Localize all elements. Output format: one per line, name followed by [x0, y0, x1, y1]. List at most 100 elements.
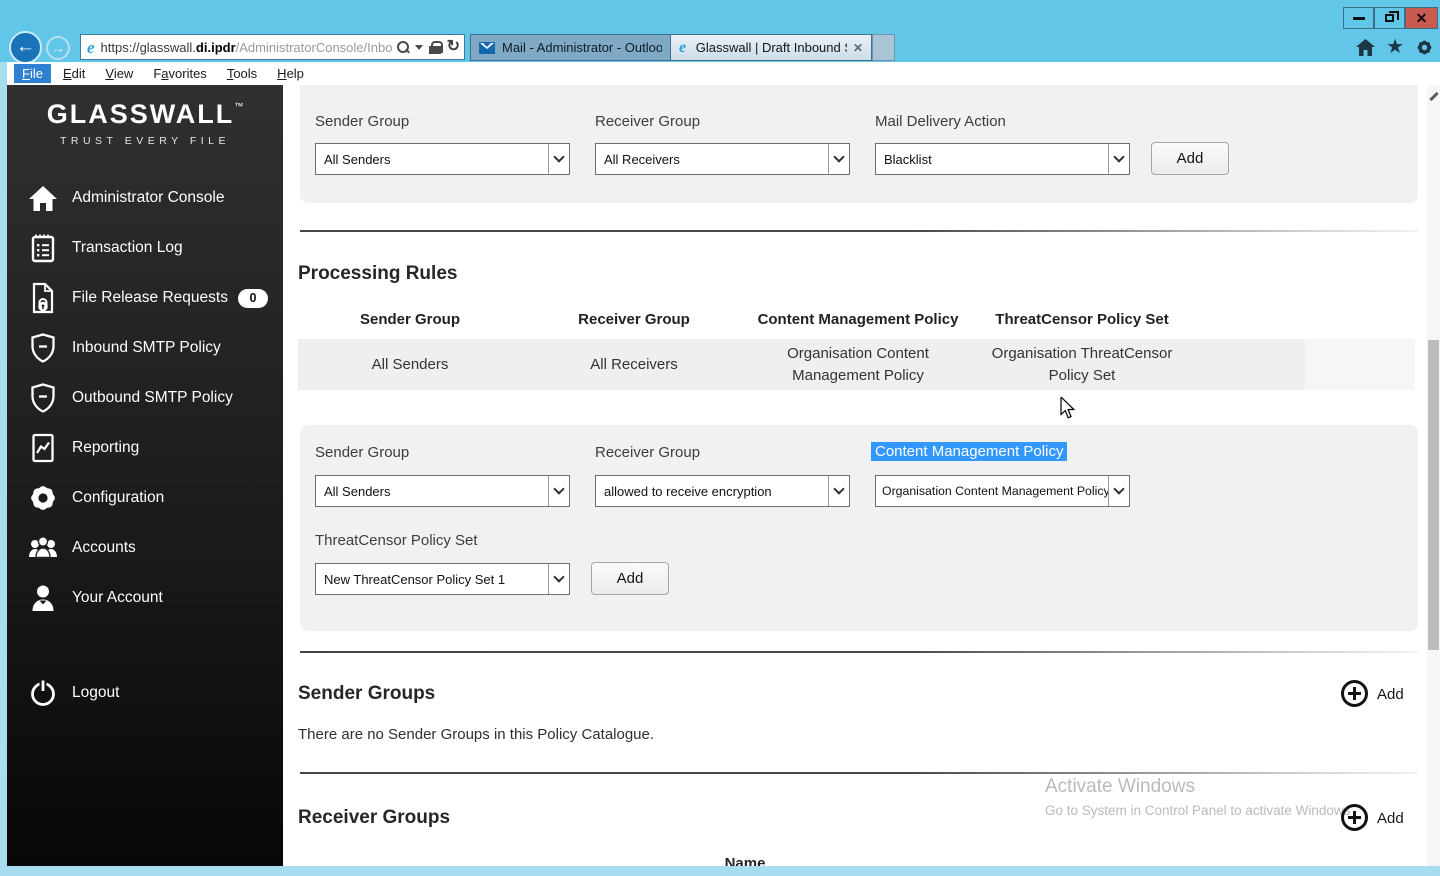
new-tab-button[interactable] [872, 34, 895, 61]
tab-outlook[interactable]: Mail - Administrator - Outlook [470, 34, 671, 61]
file-release-count-badge: 0 [237, 288, 268, 308]
rule-cell-threatcensor-policy-set: Organisation ThreatCensor Policy Set [991, 344, 1173, 384]
chevron-down-icon [1108, 476, 1129, 506]
back-arrow-icon: ← [16, 36, 35, 57]
rule-sender-group-select[interactable]: All Senders [315, 475, 570, 507]
threatcensor-policy-set-select[interactable]: New ThreatCensor Policy Set 1 [315, 563, 570, 595]
section-divider [300, 651, 1418, 653]
add-receiver-group-icon[interactable] [1341, 804, 1368, 831]
add-delivery-rule-button[interactable]: Add [1151, 142, 1229, 175]
forward-arrow-icon: → [51, 40, 65, 56]
add-rule-panel [300, 425, 1418, 631]
processing-rules-title: Processing Rules [298, 263, 458, 284]
sidebar-item-outbound-smtp-policy[interactable]: Outbound SMTP Policy [7, 373, 283, 423]
section-divider [300, 230, 1418, 232]
rule-cell-content-management-policy: Organisation Content Management Policy [787, 344, 929, 384]
settings-gear-icon[interactable] [1415, 38, 1434, 57]
rule-content-management-policy-select[interactable]: Organisation Content Management Policy [875, 475, 1130, 507]
power-icon [25, 676, 61, 710]
back-button[interactable]: ← [9, 31, 42, 64]
receiver-groups-name-column-header: Name [724, 855, 766, 866]
sidebar-item-accounts[interactable]: Accounts [7, 523, 283, 573]
lock-icon [428, 40, 443, 54]
sidebar-item-reporting[interactable]: Reporting [7, 423, 283, 473]
receiver-groups-title: Receiver Groups [298, 807, 451, 828]
row-actions-cell [1305, 339, 1415, 390]
column-header-receiver-group: Receiver Group [578, 311, 690, 328]
threatcensor-policy-set-label: ThreatCensor Policy Set [315, 532, 478, 549]
sidebar-item-your-account[interactable]: Your Account [7, 573, 283, 623]
mouse-cursor-icon [1060, 395, 1076, 426]
url-text: https://glasswall.di.ipdr/AdministratorC… [100, 39, 392, 55]
user-icon [25, 581, 61, 615]
minimize-button[interactable] [1343, 7, 1374, 29]
close-button[interactable]: ✕ [1405, 7, 1438, 29]
sender-group-label: Sender Group [315, 444, 410, 461]
menu-edit[interactable]: Edit [55, 64, 93, 83]
tab-close-icon[interactable]: ✕ [853, 41, 863, 55]
restore-button[interactable] [1374, 7, 1405, 29]
receiver-group-select[interactable]: All Receivers [595, 143, 850, 175]
add-sender-group-label[interactable]: Add [1377, 686, 1404, 703]
menu-favorites[interactable]: Favorites [145, 64, 214, 83]
column-header-content-management-policy: Content Management Policy [757, 311, 959, 328]
sender-group-select[interactable]: All Senders [315, 143, 570, 175]
window-left-border [0, 62, 7, 876]
sidebar-item-configuration[interactable]: Configuration [7, 473, 283, 523]
menu-file[interactable]: File [14, 64, 51, 83]
chevron-down-icon [828, 144, 849, 174]
shield-icon [25, 331, 61, 365]
menu-view[interactable]: View [97, 64, 141, 83]
content-management-policy-label-highlighted: Content Management Policy [871, 442, 1068, 461]
forward-button[interactable]: → [46, 36, 70, 60]
mail-delivery-action-label: Mail Delivery Action [875, 113, 1006, 130]
add-processing-rule-button[interactable]: Add [591, 562, 669, 595]
shield-icon [25, 381, 61, 415]
add-sender-group-icon[interactable] [1341, 680, 1368, 707]
report-icon [25, 431, 61, 465]
mail-delivery-action-select[interactable]: Blacklist [875, 143, 1130, 175]
column-header-threatcensor-policy-set: ThreatCensor Policy Set [995, 311, 1169, 328]
page-scrollbar[interactable] [1427, 85, 1440, 866]
file-lock-icon [25, 281, 61, 315]
window-bottom-border [0, 866, 1440, 876]
gear-icon [25, 481, 61, 515]
rule-receiver-group-select[interactable]: allowed to receive encryption [595, 475, 850, 507]
refresh-icon[interactable]: ↻ [447, 39, 460, 55]
tab-glasswall[interactable]: e Glasswall | Draft Inbound S... ✕ [670, 34, 872, 61]
sidebar-item-administrator-console[interactable]: Administrator Console [7, 173, 283, 223]
main-content: Sender Group Receiver Group Mail Deliver… [283, 85, 1440, 866]
address-bar[interactable]: e https://glasswall.di.ipdr/Administrato… [80, 34, 465, 60]
receiver-group-label: Receiver Group [595, 444, 701, 461]
sidebar-item-file-release-requests[interactable]: File Release Requests 0 [7, 273, 283, 323]
address-dropdown-icon[interactable] [414, 44, 423, 50]
sender-group-label: Sender Group [315, 113, 410, 130]
home-icon[interactable] [1356, 38, 1376, 56]
menu-tools[interactable]: Tools [219, 64, 265, 83]
sidebar-item-transaction-log[interactable]: Transaction Log 0 [7, 223, 283, 273]
column-header-sender-group: Sender Group [359, 311, 460, 328]
activate-windows-watermark: Activate Windows Go to System in Control… [1045, 776, 1351, 818]
scrollbar-mark [1429, 91, 1439, 102]
chevron-down-icon [548, 144, 569, 174]
sidebar-item-inbound-smtp-policy[interactable]: Inbound SMTP Policy [7, 323, 283, 373]
accounts-icon [25, 531, 61, 565]
rule-cell-sender-group: All Senders [371, 355, 449, 373]
glasswall-logo: GLASSWALL™ TRUST EVERY FILE [7, 99, 283, 147]
ie-icon: e [679, 38, 687, 56]
chevron-down-icon [548, 476, 569, 506]
title-bar: ✕ [0, 0, 1440, 30]
sidebar-item-logout[interactable]: Logout [7, 668, 283, 718]
search-icon[interactable] [396, 40, 409, 54]
browser-navbar: ← → e https://glasswall.di.ipdr/Administ… [0, 30, 1440, 64]
home-icon [25, 181, 61, 215]
receiver-group-label: Receiver Group [595, 113, 701, 130]
menu-help[interactable]: Help [269, 64, 312, 83]
envelope-icon [479, 41, 495, 54]
sidebar: GLASSWALL™ TRUST EVERY FILE Administrato… [7, 85, 283, 866]
chevron-down-icon [1108, 144, 1129, 174]
favorites-star-icon[interactable]: ★ [1386, 37, 1404, 57]
sender-groups-empty-text: There are no Sender Groups in this Polic… [298, 726, 655, 743]
scrollbar-thumb[interactable] [1428, 340, 1439, 650]
add-receiver-group-label[interactable]: Add [1377, 810, 1404, 827]
